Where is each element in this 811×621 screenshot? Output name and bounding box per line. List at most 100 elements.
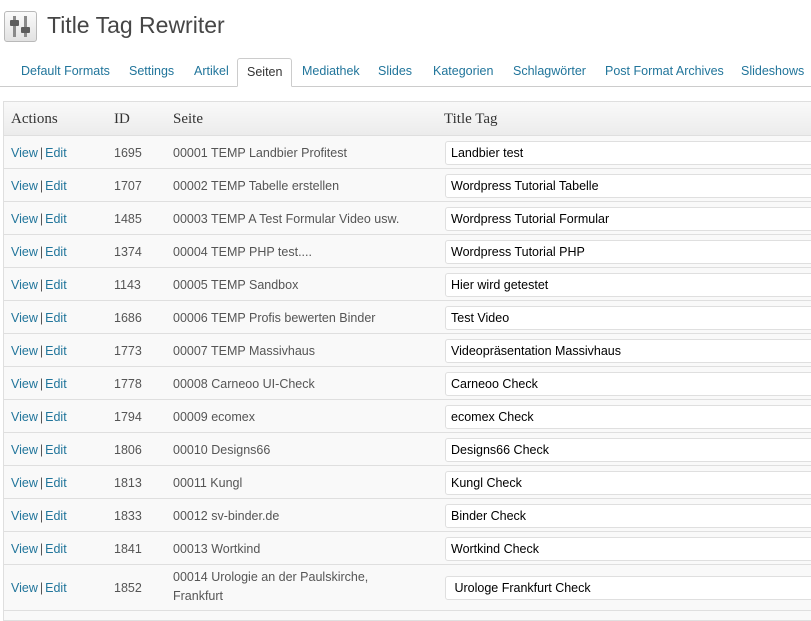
table-row: View | Edit 1852 00014 Urologie an der Pauls… [4, 565, 811, 611]
view-link[interactable]: View [11, 344, 38, 358]
separator: | [39, 377, 44, 391]
separator: | [39, 278, 44, 292]
edit-link[interactable]: Edit [45, 311, 67, 325]
title-tag-input[interactable] [445, 438, 811, 462]
separator: | [39, 179, 44, 193]
row-actions: View | Edit [11, 410, 67, 424]
title-tag-input[interactable] [445, 372, 811, 396]
table-row: View | Edit 1485 00003 TEMP A Test Formular … [4, 202, 811, 235]
table-row: View | Edit 1707 00002 TEMP Tabelle erstelle… [4, 169, 811, 202]
title-tag-input[interactable] [445, 273, 811, 297]
edit-link[interactable]: Edit [45, 212, 67, 226]
tab-seiten[interactable]: Seiten [237, 58, 293, 87]
column-header-page: Seite [173, 111, 203, 127]
page-title: Title Tag Rewriter [47, 12, 225, 38]
row-actions: View | Edit [11, 179, 67, 193]
table-row: View | Edit 1686 00006 TEMP Profis bewerten … [4, 301, 811, 334]
edit-link[interactable]: Edit [45, 476, 67, 490]
sliders-icon [4, 11, 37, 42]
edit-link[interactable]: Edit [45, 245, 67, 259]
tab-settings[interactable]: Settings [129, 64, 174, 78]
edit-link[interactable]: Edit [45, 278, 67, 292]
table-row: View | Edit 1833 00012 sv-binder.de [4, 499, 811, 532]
title-tag-input[interactable] [445, 576, 811, 600]
edit-link[interactable]: Edit [45, 443, 67, 457]
title-tags-table: Actions ID Seite Title Tag View | Edit 1695… [3, 101, 811, 621]
table-row: View | Edit 1143 00005 TEMP Sandbox [4, 268, 811, 301]
title-tag-input[interactable] [445, 174, 811, 198]
edit-link[interactable]: Edit [45, 179, 67, 193]
separator: | [39, 245, 44, 259]
edit-link[interactable]: Edit [45, 509, 67, 523]
view-link[interactable]: View [11, 410, 38, 424]
row-page-name: 00006 TEMP Profis bewerten Binder [173, 311, 376, 325]
separator: | [39, 581, 44, 595]
tab-slideshows[interactable]: Slideshows [741, 64, 804, 78]
table-row: View | Edit 1841 00013 Wortkind [4, 532, 811, 565]
separator: | [39, 212, 44, 226]
edit-link[interactable]: Edit [45, 146, 67, 160]
separator: | [39, 542, 44, 556]
row-page-name: 00008 Carneoo UI-Check [173, 377, 315, 391]
edit-link[interactable]: Edit [45, 410, 67, 424]
view-link[interactable]: View [11, 278, 38, 292]
title-tag-input[interactable] [445, 339, 811, 363]
edit-link[interactable]: Edit [45, 581, 67, 595]
row-page-name: 00002 TEMP Tabelle erstellen [173, 179, 340, 193]
row-page-name: 00012 sv-binder.de [173, 509, 280, 523]
row-actions: View | Edit [11, 245, 67, 259]
title-tag-input[interactable] [445, 306, 811, 330]
table-row: View | Edit 1695 00001 TEMP Landbier Profite… [4, 136, 811, 169]
view-link[interactable]: View [11, 581, 38, 595]
row-page-name: 00007 TEMP Massivhaus [173, 344, 315, 358]
view-link[interactable]: View [11, 443, 38, 457]
tab-schlagwoerter[interactable]: Schlagwörter [513, 64, 586, 78]
separator: | [39, 443, 44, 457]
separator: | [39, 146, 44, 160]
tab-default-formats[interactable]: Default Formats [21, 64, 110, 78]
view-link[interactable]: View [11, 542, 38, 556]
row-actions: View | Edit [11, 278, 67, 292]
view-link[interactable]: View [11, 509, 38, 523]
tab-post-format-archives[interactable]: Post Format Archives [605, 64, 724, 78]
edit-link[interactable]: Edit [45, 542, 67, 556]
title-tag-input[interactable] [445, 471, 811, 495]
view-link[interactable]: View [11, 146, 38, 160]
view-link[interactable]: View [11, 212, 38, 226]
row-page-name: 00013 Wortkind [173, 542, 261, 556]
tab-artikel[interactable]: Artikel [194, 64, 229, 78]
row-actions: View | Edit [11, 476, 67, 490]
view-link[interactable]: View [11, 311, 38, 325]
row-page-name: 00014 Urologie an der Paulskirche, Frank… [173, 570, 369, 603]
separator: | [39, 476, 44, 490]
tab-mediathek[interactable]: Mediathek [302, 64, 360, 78]
page-header: Title Tag Rewriter [0, 0, 811, 56]
view-link[interactable]: View [11, 476, 38, 490]
row-id: 1778 [114, 377, 142, 391]
row-id: 1773 [114, 344, 142, 358]
title-tag-input[interactable] [445, 504, 811, 528]
row-page-name: 00003 TEMP A Test Formular Video usw. [173, 212, 400, 226]
row-actions: View | Edit [11, 542, 67, 556]
title-tag-input[interactable] [445, 141, 811, 165]
tab-slides[interactable]: Slides [378, 64, 412, 78]
row-id: 1695 [114, 146, 142, 160]
row-actions: View | Edit [11, 146, 67, 160]
row-actions: View | Edit [11, 443, 67, 457]
row-page-name: 00010 Designs66 [173, 443, 271, 457]
view-link[interactable]: View [11, 245, 38, 259]
view-link[interactable]: View [11, 377, 38, 391]
row-actions: View | Edit [11, 344, 67, 358]
row-id: 1813 [114, 476, 142, 490]
table-row: View | Edit 1806 00010 Designs66 [4, 433, 811, 466]
title-tag-input[interactable] [445, 207, 811, 231]
edit-link[interactable]: Edit [45, 344, 67, 358]
row-id: 1806 [114, 443, 142, 457]
title-tag-input[interactable] [445, 405, 811, 429]
row-actions: View | Edit [11, 377, 67, 391]
title-tag-input[interactable] [445, 240, 811, 264]
view-link[interactable]: View [11, 179, 38, 193]
title-tag-input[interactable] [445, 537, 811, 561]
edit-link[interactable]: Edit [45, 377, 67, 391]
tab-kategorien[interactable]: Kategorien [433, 64, 493, 78]
